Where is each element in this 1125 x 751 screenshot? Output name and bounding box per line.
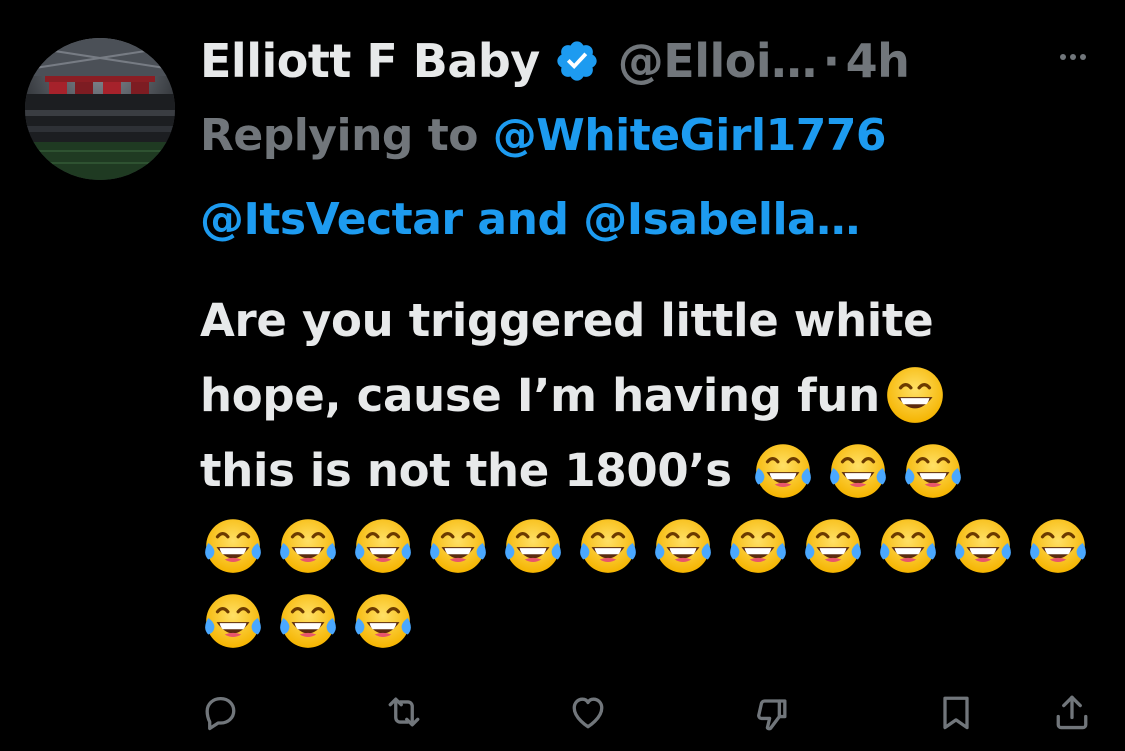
face-with-tears-of-joy-emoji-icon (275, 587, 341, 653)
tweet-text: Are you triggered little white hope, cau… (200, 283, 1100, 658)
face-with-tears-of-joy-emoji-icon (875, 512, 941, 578)
reply-icon[interactable] (198, 690, 242, 734)
like-icon[interactable] (566, 690, 610, 734)
face-with-tears-of-joy-emoji-icon (350, 512, 416, 578)
smiling-face-with-open-mouth-emoji-icon (882, 362, 948, 428)
tweet-text-line-2: hope, cause I’m having fun (200, 358, 1100, 433)
separator-dot: · (822, 34, 840, 88)
replying-to-label: Replying to (200, 110, 478, 161)
mention-link-whitegirl1776[interactable]: @WhiteGirl1776 (493, 110, 887, 161)
share-icon[interactable] (1050, 690, 1094, 734)
tweet-text-line-3-content: this is not the 1800’s (200, 444, 732, 497)
face-with-tears-of-joy-emoji-icon (275, 512, 341, 578)
avatar[interactable] (25, 38, 175, 180)
face-with-tears-of-joy-emoji-icon (500, 512, 566, 578)
tweet-text-line-2-content: hope, cause I’m having fun (200, 369, 880, 422)
face-with-tears-of-joy-emoji-icon (1025, 512, 1091, 578)
timestamp[interactable]: 4h (846, 34, 910, 88)
face-with-tears-of-joy-emoji-icon (650, 512, 716, 578)
user-handle[interactable]: @Elloi… (618, 34, 817, 88)
face-with-tears-of-joy-emoji-icon (725, 512, 791, 578)
face-with-tears-of-joy-emoji-icon (350, 587, 416, 653)
tweet-text-line-4 (200, 508, 1100, 583)
verified-badge-icon[interactable] (554, 38, 600, 84)
retweet-icon[interactable] (382, 690, 426, 734)
more-options-icon[interactable] (1056, 40, 1090, 74)
bookmark-icon[interactable] (934, 690, 978, 734)
face-with-tears-of-joy-emoji-icon (900, 437, 966, 503)
display-name[interactable]: Elliott F Baby (200, 34, 540, 88)
face-with-tears-of-joy-emoji-icon (200, 587, 266, 653)
tweet-action-bar (0, 690, 1125, 740)
downvote-icon[interactable] (750, 690, 794, 734)
face-with-tears-of-joy-emoji-icon (200, 512, 266, 578)
tweet-text-line-5 (200, 583, 1100, 658)
replying-to-line-continued: @ItsVectar and @Isabella… (200, 194, 860, 245)
face-with-tears-of-joy-emoji-icon (950, 512, 1016, 578)
face-with-tears-of-joy-emoji-icon (750, 437, 816, 503)
replying-to-conjunction[interactable]: and (477, 194, 569, 245)
mention-link-itsvectar[interactable]: @ItsVectar (200, 194, 463, 245)
replying-to-line: Replying to @WhiteGirl1776 (200, 110, 887, 161)
face-with-tears-of-joy-emoji-icon (800, 512, 866, 578)
mention-link-isabella[interactable]: @Isabella… (583, 194, 860, 245)
face-with-tears-of-joy-emoji-icon (425, 512, 491, 578)
tweet-text-line-3: this is not the 1800’s (200, 433, 1100, 508)
face-with-tears-of-joy-emoji-icon (825, 437, 891, 503)
face-with-tears-of-joy-emoji-icon (575, 512, 641, 578)
tweet-header: Elliott F Baby @Elloi… · 4h (200, 28, 910, 94)
tweet-text-line-1: Are you triggered little white (200, 294, 934, 347)
